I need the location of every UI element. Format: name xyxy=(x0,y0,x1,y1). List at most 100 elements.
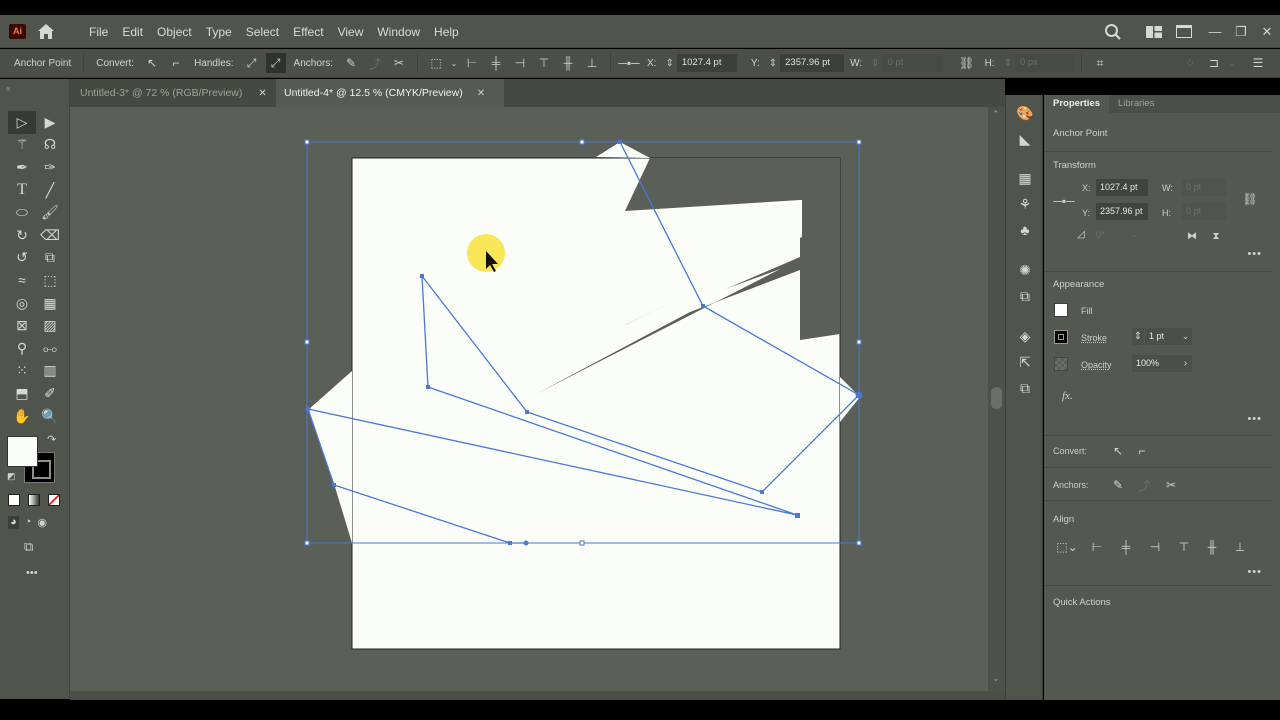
align-right-icon[interactable]: ⊣ xyxy=(510,53,530,73)
reference-point-icon[interactable]: ─▪─ xyxy=(618,53,639,73)
align-top-icon[interactable]: ⊤ xyxy=(1176,539,1192,555)
perspective-grid-tool-icon[interactable]: ▦ xyxy=(36,292,64,315)
blend-tool-icon[interactable]: ⧟ xyxy=(36,337,64,360)
opacity-label[interactable]: Opacity xyxy=(1081,360,1112,370)
magic-wand-tool-icon[interactable]: ⚚ xyxy=(8,134,36,157)
constrain-proportions-icon[interactable]: ⛓ xyxy=(957,53,977,73)
edit-toolbar-icon[interactable]: ••• xyxy=(26,567,38,579)
convert-to-smooth-icon[interactable]: ⌐ xyxy=(166,53,186,73)
menu-view[interactable]: View xyxy=(331,25,371,39)
connect-anchors-icon[interactable]: ⤴ xyxy=(1136,477,1152,493)
remove-anchor-icon[interactable]: ✎ xyxy=(1110,477,1126,493)
opacity-input[interactable]: 100% xyxy=(1132,355,1179,372)
align-to-selection-icon[interactable]: ⬚ xyxy=(426,53,446,73)
x-input[interactable]: 1027.4 pt xyxy=(676,54,737,72)
more-options-icon[interactable]: ••• xyxy=(1247,566,1262,578)
align-bottom-icon[interactable]: ⊥ xyxy=(582,53,602,73)
draw-normal-icon[interactable]: ◕ xyxy=(8,516,19,529)
collapse-toolbar-icon[interactable]: « xyxy=(6,84,10,93)
fx-button[interactable]: fx. xyxy=(1062,390,1073,402)
menu-type[interactable]: Type xyxy=(199,25,239,39)
menu-select[interactable]: Select xyxy=(239,25,286,39)
restore-button[interactable]: ❐ xyxy=(1228,21,1254,43)
w-stepper-icon[interactable]: ⇕ xyxy=(871,58,879,69)
draw-behind-icon[interactable]: ◔ xyxy=(25,516,32,529)
stroke-label[interactable]: Stroke xyxy=(1081,333,1107,343)
flip-horizontal-icon[interactable]: ⧓ xyxy=(1184,229,1200,243)
h-input[interactable]: 0 pt xyxy=(1182,203,1226,220)
tab-untitled-4[interactable]: Untitled-4* @ 12.5 % (CMYK/Preview) ✕ xyxy=(276,79,504,107)
type-tool-icon[interactable]: T xyxy=(8,179,36,202)
scrollbar-thumb[interactable] xyxy=(991,387,1002,409)
shaper-tool-icon[interactable]: ↻ xyxy=(8,224,36,247)
connect-anchors-icon[interactable]: ⤴ xyxy=(365,53,385,73)
align-top-icon[interactable]: ⊤ xyxy=(534,53,554,73)
tab-libraries[interactable]: Libraries xyxy=(1109,95,1163,113)
paintbrush-tool-icon[interactable]: 🖌 xyxy=(36,201,64,224)
change-screen-mode-icon[interactable]: ⧉ xyxy=(24,539,33,555)
stroke-weight-input[interactable]: 1 pt xyxy=(1145,328,1179,345)
mesh-tool-icon[interactable]: ⊠ xyxy=(8,314,36,337)
stroke-stepper-icon[interactable]: ⇕ xyxy=(1132,328,1144,345)
zoom-tool-icon[interactable]: 🔍 xyxy=(36,405,64,428)
default-fill-stroke-icon[interactable]: ◩ xyxy=(7,471,16,482)
draw-inside-icon[interactable]: ◉ xyxy=(37,516,47,529)
fill-color-swatch[interactable] xyxy=(7,436,38,467)
eraser-tool-icon[interactable]: ⌫ xyxy=(36,224,64,247)
color-palette-icon[interactable]: 🎨 xyxy=(1014,103,1036,123)
menu-object[interactable]: Object xyxy=(150,25,199,39)
convert-to-corner-icon[interactable]: ↖ xyxy=(142,53,162,73)
artboards-icon[interactable]: ⧉ xyxy=(1014,378,1036,398)
gradient-panel-icon[interactable]: ◣ xyxy=(1014,129,1036,149)
align-bottom-icon[interactable]: ⊥ xyxy=(1232,539,1248,555)
align-horizontal-center-icon[interactable]: ╪ xyxy=(486,53,506,73)
ellipse-tool-icon[interactable]: ⬭ xyxy=(8,201,36,224)
arrange-icon[interactable]: ⊐ xyxy=(1204,53,1224,73)
chevron-down-icon[interactable]: ⌄ xyxy=(1179,328,1192,345)
eyedropper-tool-icon[interactable]: ⚲ xyxy=(8,337,36,360)
h-stepper-icon[interactable]: ⇕ xyxy=(1004,58,1012,69)
flip-vertical-icon[interactable]: ⧗ xyxy=(1208,229,1224,243)
remove-anchor-icon[interactable]: ✎ xyxy=(341,53,361,73)
scale-tool-icon[interactable]: ⧉ xyxy=(36,247,64,270)
search-icon[interactable] xyxy=(1104,23,1122,41)
rotate-tool-icon[interactable]: ↺ xyxy=(8,247,36,270)
align-to-icon[interactable]: ⬚⌄ xyxy=(1056,539,1078,555)
menu-help[interactable]: Help xyxy=(427,25,466,39)
chevron-down-icon[interactable]: ⌄ xyxy=(1228,53,1236,73)
artboard-tool-icon[interactable]: ⬒ xyxy=(8,382,36,405)
align-right-icon[interactable]: ⊣ xyxy=(1147,539,1163,555)
align-left-icon[interactable]: ⊢ xyxy=(1089,539,1105,555)
chevron-down-icon[interactable]: ⌄ xyxy=(1128,228,1140,240)
menu-window[interactable]: Window xyxy=(370,25,427,39)
none-icon[interactable] xyxy=(48,494,60,506)
arrange-documents-icon[interactable] xyxy=(1176,25,1192,38)
hand-tool-icon[interactable]: ✋ xyxy=(8,405,36,428)
y-input[interactable]: 2357.96 pt xyxy=(1096,203,1148,220)
symbols-icon[interactable]: ♣ xyxy=(1014,220,1036,240)
cut-path-icon[interactable]: ✂ xyxy=(1163,477,1179,493)
align-left-icon[interactable]: ⊢ xyxy=(462,53,482,73)
y-input[interactable]: 2357.96 pt xyxy=(780,54,845,72)
free-transform-tool-icon[interactable]: ⬚ xyxy=(36,269,64,292)
gradient-tool-icon[interactable]: ▨ xyxy=(36,314,64,337)
convert-to-smooth-icon[interactable]: ⌐ xyxy=(1134,443,1150,459)
align-vertical-center-icon[interactable]: ╫ xyxy=(558,53,578,73)
canvas[interactable] xyxy=(70,107,988,691)
lasso-tool-icon[interactable]: ☊ xyxy=(36,134,64,157)
tab-untitled-3[interactable]: Untitled-3* @ 72 % (RGB/Preview) ✕ xyxy=(70,79,275,107)
line-segment-tool-icon[interactable]: ╱ xyxy=(36,179,64,202)
convert-to-corner-icon[interactable]: ↖ xyxy=(1110,443,1126,459)
color-icon[interactable] xyxy=(8,494,20,506)
w-input[interactable]: 0 pt xyxy=(882,54,943,72)
scroll-down-icon[interactable]: ⌄ xyxy=(992,673,1000,684)
curvature-tool-icon[interactable]: ✑ xyxy=(36,156,64,179)
menu-effect[interactable]: Effect xyxy=(286,25,330,39)
layers-icon[interactable]: ◈ xyxy=(1014,326,1036,346)
vertical-scrollbar[interactable]: ⌃ ⌄ xyxy=(988,107,1005,691)
shape-builder-tool-icon[interactable]: ◎ xyxy=(8,292,36,315)
close-icon[interactable]: ✕ xyxy=(258,88,266,99)
close-icon[interactable]: ✕ xyxy=(477,88,485,99)
tab-properties[interactable]: Properties xyxy=(1044,95,1109,113)
scroll-up-icon[interactable]: ⌃ xyxy=(992,109,1000,120)
